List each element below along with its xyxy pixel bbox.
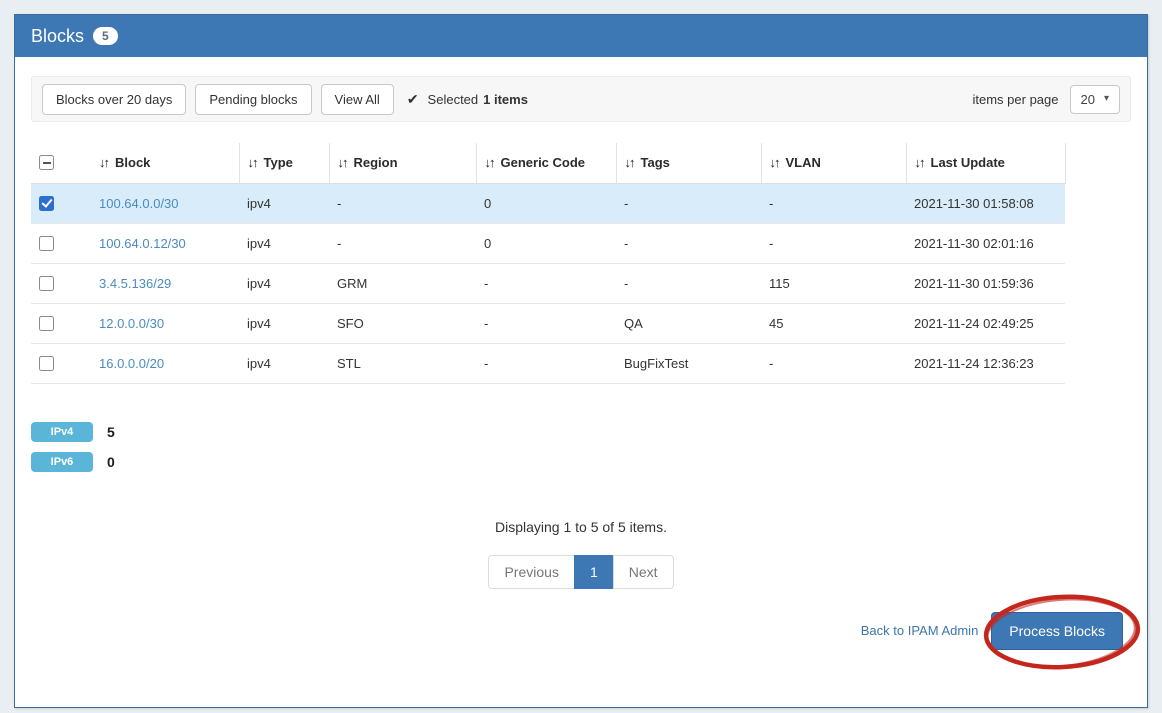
vlan-cell: 115 — [761, 263, 906, 303]
tags-cell: - — [616, 183, 761, 223]
toolbar: Blocks over 20 days Pending blocks View … — [31, 76, 1131, 122]
sort-icon[interactable]: ↓↑ — [248, 155, 264, 170]
row-checkbox[interactable] — [39, 196, 54, 211]
last-update-cell: 2021-11-30 01:58:08 — [906, 183, 1065, 223]
generic-code-cell: 0 — [476, 223, 616, 263]
back-to-ipam-admin-link[interactable]: Back to IPAM Admin — [861, 623, 979, 638]
row-checkbox[interactable] — [39, 316, 54, 331]
blocks-over-20-days-button[interactable]: Blocks over 20 days — [42, 84, 186, 115]
table-header-row: ↓↑Block ↓↑Type ↓↑Region ↓↑Generic Code ↓… — [31, 143, 1065, 183]
vlan-cell: - — [761, 183, 906, 223]
pagination: Previous 1 Next — [31, 555, 1131, 589]
blocks-panel: Blocks 5 Blocks over 20 days Pending blo… — [14, 14, 1148, 708]
previous-page-button[interactable]: Previous — [488, 555, 574, 589]
type-cell: ipv4 — [239, 263, 329, 303]
vlan-cell: - — [761, 223, 906, 263]
last-update-cell: 2021-11-24 02:49:25 — [906, 303, 1065, 343]
column-header-tags[interactable]: ↓↑Tags — [616, 143, 761, 183]
generic-code-cell: - — [476, 303, 616, 343]
table-row: 100.64.0.12/30 ipv4 - 0 - - 2021-11-30 0… — [31, 223, 1065, 263]
view-all-button[interactable]: View All — [321, 84, 394, 115]
region-cell: - — [329, 223, 476, 263]
generic-code-cell: - — [476, 343, 616, 383]
ipv6-count: 0 — [107, 454, 115, 470]
page-1-button[interactable]: 1 — [574, 555, 614, 589]
region-cell: - — [329, 183, 476, 223]
selected-label: Selected — [428, 92, 479, 107]
tags-cell: BugFixTest — [616, 343, 761, 383]
generic-code-cell: - — [476, 263, 616, 303]
protocol-summary: IPv4 5 IPv6 0 — [31, 422, 1131, 472]
tags-cell: QA — [616, 303, 761, 343]
ipv4-summary-row: IPv4 5 — [31, 422, 1131, 442]
ipv4-count: 5 — [107, 424, 115, 440]
sort-icon[interactable]: ↓↑ — [338, 155, 354, 170]
tags-cell: - — [616, 263, 761, 303]
display-status: Displaying 1 to 5 of 5 items. — [31, 519, 1131, 535]
ipv6-summary-row: IPv6 0 — [31, 452, 1131, 472]
sort-icon[interactable]: ↓↑ — [485, 155, 501, 170]
last-update-cell: 2021-11-24 12:36:23 — [906, 343, 1065, 383]
process-blocks-button[interactable]: Process Blocks — [991, 612, 1123, 650]
column-header-region[interactable]: ↓↑Region — [329, 143, 476, 183]
type-cell: ipv4 — [239, 343, 329, 383]
column-header-generic-code[interactable]: ↓↑Generic Code — [476, 143, 616, 183]
sort-icon[interactable]: ↓↑ — [625, 155, 641, 170]
ipv4-badge: IPv4 — [31, 422, 93, 442]
last-update-cell: 2021-11-30 01:59:36 — [906, 263, 1065, 303]
row-checkbox[interactable] — [39, 356, 54, 371]
items-per-page-label: items per page — [973, 92, 1059, 107]
pending-blocks-button[interactable]: Pending blocks — [195, 84, 311, 115]
column-header-vlan[interactable]: ↓↑VLAN — [761, 143, 906, 183]
row-checkbox[interactable] — [39, 236, 54, 251]
vlan-cell: 45 — [761, 303, 906, 343]
items-per-page-select[interactable]: 20 ▾ — [1070, 85, 1121, 114]
last-update-cell: 2021-11-30 02:01:16 — [906, 223, 1065, 263]
panel-title: Blocks — [31, 26, 84, 47]
region-cell: SFO — [329, 303, 476, 343]
type-cell: ipv4 — [239, 303, 329, 343]
region-cell: GRM — [329, 263, 476, 303]
check-icon: ✔ — [407, 91, 419, 108]
block-link[interactable]: 16.0.0.0/20 — [99, 356, 164, 371]
ipv6-badge: IPv6 — [31, 452, 93, 472]
column-header-type[interactable]: ↓↑Type — [239, 143, 329, 183]
count-badge: 5 — [93, 27, 118, 45]
region-cell: STL — [329, 343, 476, 383]
next-page-button[interactable]: Next — [613, 555, 674, 589]
column-header-last-update[interactable]: ↓↑Last Update — [906, 143, 1065, 183]
type-cell: ipv4 — [239, 183, 329, 223]
block-link[interactable]: 100.64.0.12/30 — [99, 236, 186, 251]
panel-header: Blocks 5 — [15, 15, 1147, 57]
tags-cell: - — [616, 223, 761, 263]
block-link[interactable]: 100.64.0.0/30 — [99, 196, 179, 211]
selected-status: ✔ Selected 1 items — [407, 91, 528, 108]
vlan-cell: - — [761, 343, 906, 383]
table-row: 16.0.0.0/20 ipv4 STL - BugFixTest - 2021… — [31, 343, 1065, 383]
sort-icon[interactable]: ↓↑ — [915, 155, 931, 170]
sort-icon[interactable]: ↓↑ — [99, 155, 115, 170]
block-link[interactable]: 3.4.5.136/29 — [99, 276, 171, 291]
caret-down-icon: ▾ — [1104, 94, 1109, 104]
footer-actions: Back to IPAM Admin Process Blocks — [31, 612, 1131, 650]
blocks-table: ↓↑Block ↓↑Type ↓↑Region ↓↑Generic Code ↓… — [31, 143, 1066, 384]
select-all-checkbox[interactable] — [39, 155, 54, 170]
items-per-page-value: 20 — [1081, 92, 1095, 107]
sort-icon[interactable]: ↓↑ — [770, 155, 786, 170]
table-row: 100.64.0.0/30 ipv4 - 0 - - 2021-11-30 01… — [31, 183, 1065, 223]
block-link[interactable]: 12.0.0.0/30 — [99, 316, 164, 331]
selected-count: 1 items — [483, 92, 528, 107]
type-cell: ipv4 — [239, 223, 329, 263]
table-row: 12.0.0.0/30 ipv4 SFO - QA 45 2021-11-24 … — [31, 303, 1065, 343]
column-header-block[interactable]: ↓↑Block — [91, 143, 239, 183]
table-row: 3.4.5.136/29 ipv4 GRM - - 115 2021-11-30… — [31, 263, 1065, 303]
row-checkbox[interactable] — [39, 276, 54, 291]
generic-code-cell: 0 — [476, 183, 616, 223]
